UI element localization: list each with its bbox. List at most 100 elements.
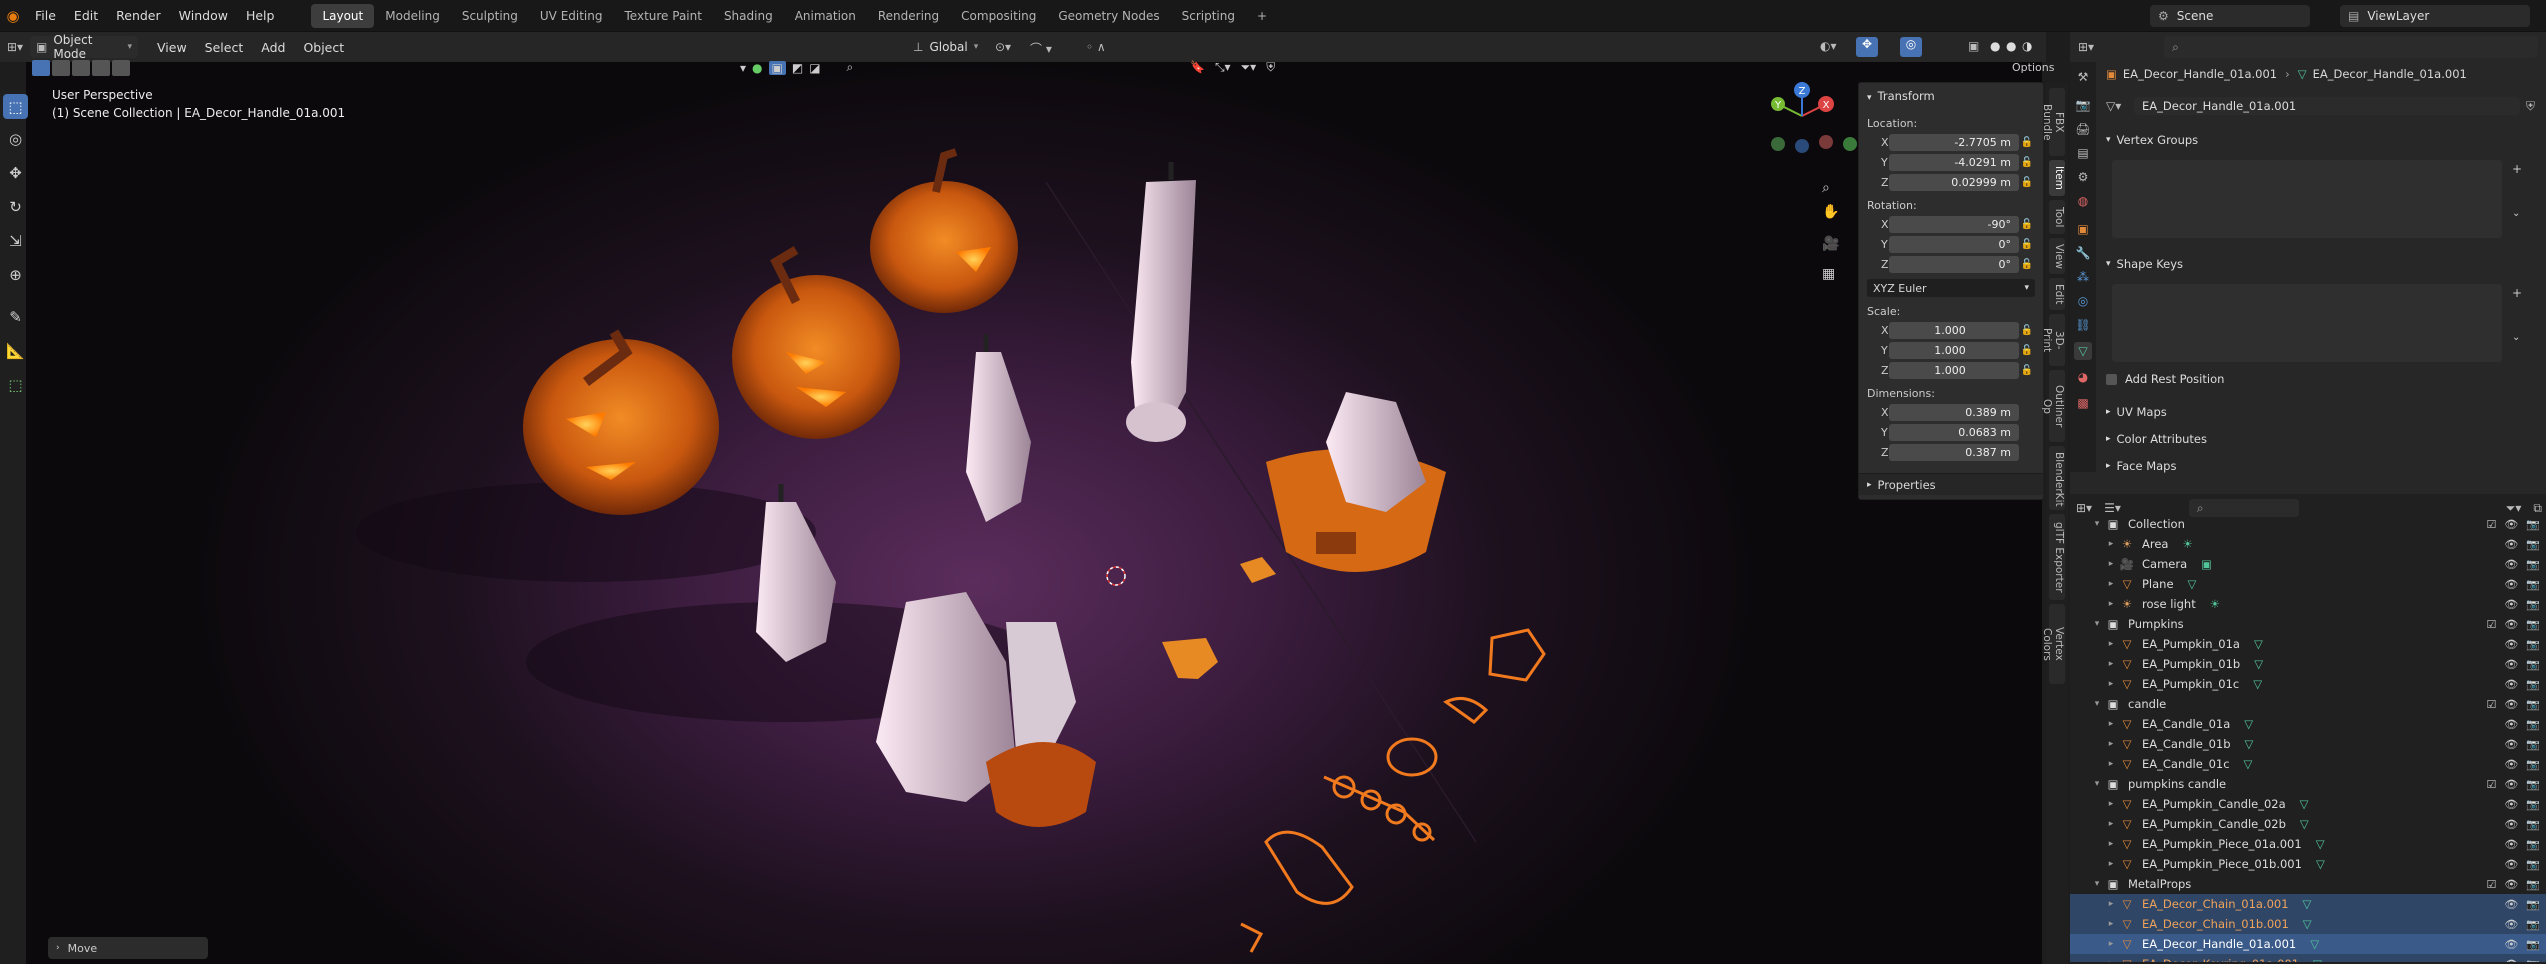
chevron-down-icon[interactable]: ▾ <box>2090 699 2104 709</box>
tab-sculpting[interactable]: Sculpting <box>451 4 529 28</box>
outliner-row[interactable]: ▾ ▣ pumpkins candle ☑ 👁 📷 <box>2070 774 2546 794</box>
chevron-right-icon[interactable]: ▸ <box>2104 759 2118 769</box>
shield-icon[interactable]: ⛨ <box>2526 99 2535 114</box>
lock-icon[interactable]: 🔓 <box>2019 157 2035 168</box>
camera-icon[interactable]: 📷 <box>2526 578 2540 591</box>
mesh-data-icon[interactable]: ▽ <box>2303 917 2312 931</box>
hand-icon[interactable]: ✋ <box>1822 204 1839 220</box>
add-rest-position-row[interactable]: Add Rest Position <box>2106 367 2538 391</box>
camera-icon[interactable]: 📷 <box>2526 598 2540 611</box>
chevron-down-icon[interactable]: ▾ <box>2090 779 2104 789</box>
camera-icon[interactable]: 📷 <box>2526 858 2540 871</box>
eye-icon[interactable]: 👁 <box>2504 678 2518 691</box>
select-intersect-icon[interactable] <box>112 60 130 76</box>
scene-icon[interactable]: ⚙ <box>2074 168 2092 186</box>
outliner-row[interactable]: ▾ ▣ MetalProps ☑ 👁 📷 <box>2070 874 2546 894</box>
eye-icon[interactable]: 👁 <box>2504 738 2518 751</box>
add-cube-icon[interactable]: ⬚ <box>3 372 28 397</box>
mesh-data-icon[interactable]: ▽ <box>2254 657 2263 671</box>
select-box-icon[interactable]: ⬚ <box>3 94 28 119</box>
camera-icon[interactable]: 📷 <box>2526 898 2540 911</box>
mesh-data-icon[interactable]: ▽ <box>2074 342 2092 360</box>
display-mode-icon[interactable]: ☰▾ <box>2104 501 2121 515</box>
mesh-data-icon[interactable]: ▽ <box>2313 957 2322 962</box>
dimensions-z-field[interactable]: 0.387 m <box>1889 443 2019 461</box>
eye-icon[interactable]: 👁 <box>2504 718 2518 731</box>
outliner-row[interactable]: ▸ ▽ EA_Candle_01b ▽ 👁 📷 <box>2070 734 2546 754</box>
chevron-right-icon[interactable]: ▸ <box>2104 839 2118 849</box>
outliner-row[interactable]: ▸ ▽ Plane ▽ 👁 📷 <box>2070 574 2546 594</box>
blender-logo-icon[interactable]: ◉ <box>0 7 26 25</box>
output-icon[interactable]: 🖨 <box>2074 120 2092 138</box>
outliner-row[interactable]: ▸ ▽ EA_Pumpkin_01c ▽ 👁 📷 <box>2070 674 2546 694</box>
select-box-new-icon[interactable] <box>32 60 50 76</box>
particles-icon[interactable]: ⁂ <box>2074 268 2092 286</box>
camera-icon[interactable]: 📷 <box>2526 518 2540 531</box>
measure-icon[interactable]: 📐 <box>3 338 28 363</box>
chevron-right-icon[interactable]: ▸ <box>2104 599 2118 609</box>
menu-file[interactable]: File <box>26 8 65 23</box>
mesh-data-icon[interactable]: ▽ <box>2300 817 2309 831</box>
rotation-z-field[interactable]: 0° <box>1889 255 2019 273</box>
pumpkin-candle-bowl[interactable] <box>1266 392 1446 572</box>
proportional-edit-icon[interactable]: ◦ ∧ <box>1086 40 1106 54</box>
pumpkin-piece-a[interactable] <box>1240 557 1276 583</box>
zoom-icon[interactable]: ⌕ <box>1822 180 1830 196</box>
camera-icon[interactable]: 📷 <box>2526 678 2540 691</box>
color-attributes-panel[interactable]: ▸ Color Attributes <box>2106 427 2538 451</box>
metal-props[interactable] <box>1240 628 1546 953</box>
shield-icon[interactable]: ⛨ <box>1266 60 1275 75</box>
vertex-groups-panel[interactable]: ▾ Vertex Groups <box>2106 128 2538 152</box>
menu-object[interactable]: Object <box>294 40 353 55</box>
data-icon[interactable]: ☀ <box>2182 537 2192 551</box>
shading-material-icon[interactable]: ● <box>2006 39 2016 53</box>
annotate-icon[interactable]: ✎ <box>3 304 28 329</box>
candle-cluster[interactable] <box>876 592 1096 827</box>
uv-maps-panel[interactable]: ▸ UV Maps <box>2106 400 2538 424</box>
chevron-right-icon[interactable]: ▸ <box>2104 679 2118 689</box>
rotation-x-field[interactable]: -90° <box>1889 215 2019 233</box>
tab-rendering[interactable]: Rendering <box>867 4 950 28</box>
tab-edit[interactable]: Edit <box>2049 278 2065 310</box>
collection-checkbox[interactable]: ☑ <box>2486 878 2496 891</box>
chevron-right-icon[interactable]: ▸ <box>2104 739 2118 749</box>
constraints-icon[interactable]: ⛓ <box>2074 316 2092 334</box>
camera-icon[interactable]: 📷 <box>2526 798 2540 811</box>
navigation-gizmo[interactable]: Z X Y <box>1771 82 1857 153</box>
mesh-icon[interactable]: ▽▾ <box>2106 99 2134 113</box>
camera-icon[interactable]: 📷 <box>2526 618 2540 631</box>
tab-item[interactable]: Item <box>2049 160 2065 196</box>
outliner-row[interactable]: ▸ ▽ EA_Pumpkin_01b ▽ 👁 📷 <box>2070 654 2546 674</box>
rotation-y-row[interactable]: Y 0° 🔓 <box>1867 235 2043 253</box>
mesh-data-icon[interactable]: ▽ <box>2253 677 2262 691</box>
location-x-row[interactable]: X -2.7705 m 🔓 <box>1867 133 2043 151</box>
outliner-row[interactable]: ▸ 🎥 Camera ▣ 👁 📷 <box>2070 554 2546 574</box>
modifier-icon[interactable]: 🔧 <box>2074 244 2092 262</box>
chevron-right-icon[interactable]: ▸ <box>2104 559 2118 569</box>
shape-keys-panel[interactable]: ▾ Shape Keys <box>2106 252 2538 276</box>
camera-icon[interactable]: 📷 <box>2526 958 2540 963</box>
eye-icon[interactable]: 👁 <box>2504 878 2518 891</box>
rotation-z-row[interactable]: Z 0° 🔓 <box>1867 255 2043 273</box>
outliner-row[interactable]: ▸ ▽ EA_Decor_Chain_01b.001 ▽ 👁 📷 <box>2070 914 2546 934</box>
location-y-field[interactable]: -4.0291 m <box>1889 153 2019 171</box>
options-button[interactable]: Options <box>2012 58 2054 78</box>
camera-icon[interactable]: 📷 <box>2526 698 2540 711</box>
lock-icon[interactable]: 🔓 <box>2019 177 2035 188</box>
tab-modeling[interactable]: Modeling <box>374 4 451 28</box>
mesh-data-icon[interactable]: ▽ <box>2316 857 2325 871</box>
menu-help[interactable]: Help <box>237 8 284 23</box>
edge-select-icon[interactable]: ◩ <box>792 61 803 75</box>
last-operator-panel[interactable]: › Move <box>48 937 208 959</box>
dimensions-x-field[interactable]: 0.389 m <box>1889 403 2019 421</box>
lock-icon[interactable]: 🔓 <box>2019 365 2035 376</box>
tab-outliner-op[interactable]: Outliner Op <box>2041 370 2065 442</box>
tab-animation[interactable]: Animation <box>784 4 867 28</box>
mesh-data-icon[interactable]: ▽ <box>2254 637 2263 651</box>
outliner-row[interactable]: ▸ ▽ EA_Pumpkin_Candle_02a ▽ 👁 📷 <box>2070 794 2546 814</box>
eye-icon[interactable]: 👁 <box>2504 958 2518 963</box>
eye-icon[interactable]: 👁 <box>2504 858 2518 871</box>
mesh-data-icon[interactable]: ▽ <box>2300 797 2309 811</box>
eye-icon[interactable]: 👁 <box>2504 758 2518 771</box>
eye-icon[interactable]: 👁 <box>2504 518 2518 531</box>
